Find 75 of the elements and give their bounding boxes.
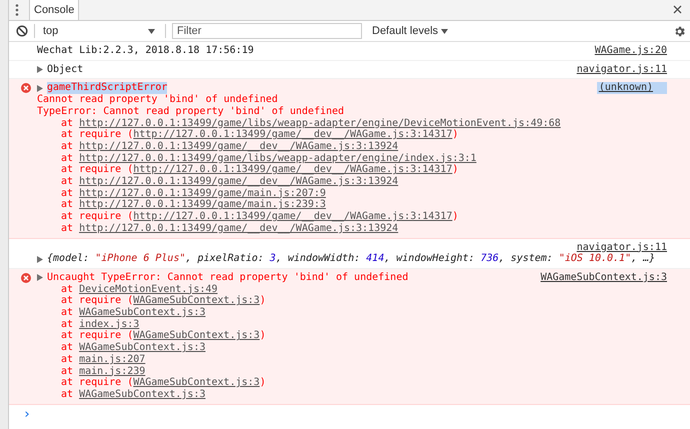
stack-text: at require ( [61, 330, 134, 342]
stack-link[interactable]: http://127.0.0.1:13499/game/__dev__/WAGame.js:3:13924 [79, 176, 398, 188]
stack-link[interactable]: index.js:3 [79, 318, 140, 330]
source-link[interactable]: WAGameSubContext.js:3 [540, 272, 667, 284]
stack-link[interactable]: WAGameSubContext.js:3 [79, 307, 206, 319]
stack-text: at [61, 366, 74, 378]
stack-link[interactable]: WAGameSubContext.js:3 [79, 388, 206, 401]
stack-text: at [61, 188, 74, 200]
menu-icon[interactable] [15, 4, 19, 16]
stack-text: ) [452, 211, 458, 223]
stack-link[interactable]: http://127.0.0.1:13499/game/libs/weapp-adapter/engine/index.js:3:1 [79, 152, 476, 164]
log-message: Wechat Lib:2.2.3, 2018.8.18 17:56:19 [37, 45, 254, 57]
source-link[interactable]: (unknown) [596, 82, 667, 94]
stack-link[interactable]: http://127.0.0.1:13499/game/main.js:207:9 [79, 188, 326, 200]
stack-link[interactable]: WAGameSubContext.js:3 [133, 295, 260, 308]
stack-link[interactable]: DeviceMotionEvent.js:49 [79, 284, 218, 296]
stack-link[interactable]: http://127.0.0.1:13499/game/main.js:239:3 [79, 199, 326, 212]
caret-icon [148, 28, 155, 34]
close-icon[interactable] [673, 5, 682, 14]
stack-text: at [61, 152, 74, 164]
stack-text: at [61, 354, 74, 366]
stack-link[interactable]: main.js:207 [79, 354, 146, 366]
stack-text: at [61, 222, 74, 235]
levels-dropdown[interactable]: Default levels [372, 25, 448, 37]
object-preview[interactable]: {model: "iPhone 6 Plus", pixelRatio: 3, windowWidth: 414, windowHeight: 736, system: "iOS 10.0.1", …} [47, 253, 656, 265]
stack-text: at require ( [61, 377, 134, 389]
stack-text: at [61, 176, 74, 188]
stack-link[interactable]: WAGameSubContext.js:3 [133, 330, 260, 342]
stack-text: at require ( [61, 211, 134, 223]
error-icon [21, 83, 31, 94]
stack-text: ) [260, 295, 266, 308]
stack-text: ) [260, 377, 266, 389]
stack-text: at require ( [61, 129, 134, 141]
stack-link[interactable]: main.js:239 [79, 366, 146, 378]
stack-text: at [61, 284, 74, 296]
stack-text: at require ( [61, 295, 134, 307]
expand-arrow-icon[interactable] [37, 84, 43, 92]
stack-text: at [61, 342, 74, 354]
stack-link[interactable]: http://127.0.0.1:13499/game/__dev__/WAGame.js:3:13924 [79, 222, 398, 235]
stack-text: at [61, 307, 74, 319]
stack-text: at [61, 199, 74, 212]
tab[interactable]: Console [29, 0, 80, 20]
error-icon [21, 272, 31, 283]
error-title: gameThirdScriptError [47, 82, 168, 94]
expand-arrow-icon[interactable] [37, 274, 43, 282]
expand-arrow-icon[interactable] [37, 66, 43, 74]
object-label[interactable]: Object [47, 64, 84, 76]
error-message: TypeError: Cannot read property 'bind' of undefined [37, 106, 344, 118]
clear-icon[interactable] [16, 25, 28, 37]
stack-link[interactable]: http://127.0.0.1:13499/game/__dev__/WAGame.js:3:14317 [133, 211, 452, 223]
stack-link[interactable]: WAGameSubContext.js:3 [133, 377, 260, 389]
stack-link[interactable]: http://127.0.0.1:13499/game/__dev__/WAGame.js:3:14317 [133, 129, 452, 141]
expand-arrow-icon[interactable] [37, 256, 43, 263]
stack-text: ) [260, 330, 266, 342]
context-select[interactable]: top [41, 25, 159, 37]
stack-text: at [61, 318, 74, 330]
stack-link[interactable]: http://127.0.0.1:13499/game/__dev__/WAGame.js:3:13924 [79, 140, 398, 153]
filter-field[interactable]: Filter [172, 23, 362, 39]
source-link[interactable]: WAGame.js:20 [594, 45, 667, 57]
source-link[interactable]: navigator.js:11 [576, 242, 667, 254]
stack-text: ) [452, 129, 458, 141]
stack-link[interactable]: http://127.0.0.1:13499/game/__dev__/WAGame.js:3:14317 [133, 164, 452, 176]
settings-icon[interactable] [673, 24, 686, 38]
stack-text: ) [452, 164, 458, 176]
prompt-caret[interactable]: › [9, 404, 690, 420]
source-link[interactable]: navigator.js:11 [576, 64, 667, 76]
stack-text: at [61, 140, 74, 153]
stack-text: at [61, 118, 74, 130]
stack-link[interactable]: WAGameSubContext.js:3 [79, 342, 206, 354]
stack-text: at [61, 388, 74, 401]
error-title: Uncaught TypeError: Cannot read property 'bind' of undefined [47, 272, 408, 284]
stack-link[interactable]: http://127.0.0.1:13499/game/libs/weapp-adapter/engine/DeviceMotionEvent.js:49:68 [79, 118, 561, 130]
stack-text: at require ( [61, 164, 134, 176]
error-message: Cannot read property 'bind' of undefined [37, 94, 278, 106]
caret-icon [441, 28, 448, 34]
